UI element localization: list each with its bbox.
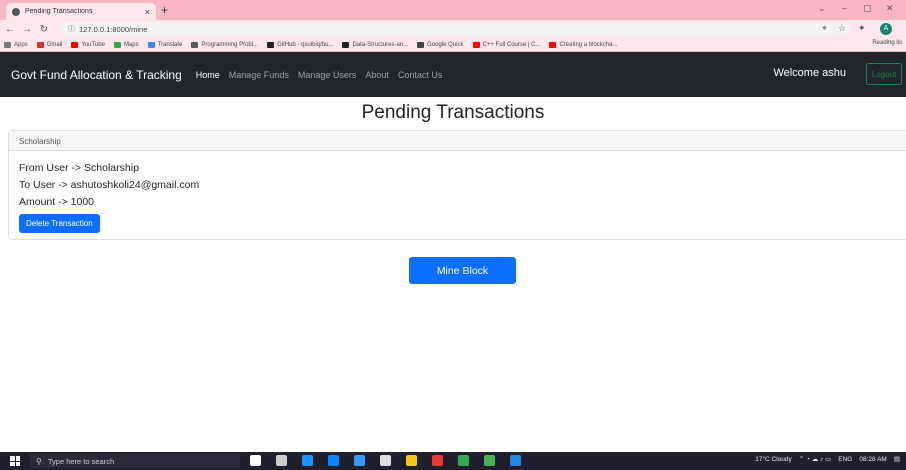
clock-text[interactable]: 08:28 AM — [859, 456, 886, 463]
profile-avatar[interactable]: A — [880, 23, 892, 35]
tab-close-icon[interactable]: × — [145, 7, 150, 17]
amount-text: Amount -> 1000 — [19, 196, 95, 208]
taskbar-app-icon[interactable] — [328, 455, 339, 466]
bookmark-label: C++ Full Course | C... — [482, 41, 541, 48]
windows-start-icon[interactable] — [10, 456, 20, 466]
taskbar-search-input[interactable]: ⚲ Type here to search — [30, 454, 240, 468]
bookmark-item[interactable]: Creating a blockcha... — [549, 41, 618, 48]
nav-link-about[interactable]: About — [365, 70, 389, 80]
tab-title: Pending Transactions — [25, 8, 93, 15]
app-navbar: Govt Fund Allocation & Tracking Home Man… — [0, 52, 906, 97]
navbar-brand[interactable]: Govt Fund Allocation & Tracking — [11, 68, 182, 82]
windows-taskbar: ⚲ Type here to search 17°C Cloudy ⌃ ◔ ☁ … — [0, 452, 906, 470]
taskbar-app-icon[interactable] — [484, 455, 495, 466]
tab-favicon-icon — [12, 7, 20, 16]
extensions-icon[interactable]: ✦ — [858, 23, 866, 34]
bookmark-favicon-icon — [113, 41, 121, 48]
bookmark-item[interactable]: Apps — [4, 41, 28, 48]
bookmark-item[interactable]: Gmail — [36, 41, 63, 48]
language-indicator[interactable]: ENG — [838, 456, 852, 463]
tab-search-icon[interactable]: ⌄ — [818, 3, 826, 14]
bookmark-star-icon[interactable]: ☆ — [838, 23, 846, 34]
bookmark-label: Apps — [14, 41, 28, 48]
bookmark-label: Google Quick — [427, 41, 464, 48]
bookmark-item[interactable]: YouTube — [71, 41, 105, 48]
bookmark-item[interactable]: Maps — [113, 41, 139, 48]
delete-transaction-button[interactable]: Delete Transaction — [19, 214, 100, 233]
taskbar-pinned-apps — [250, 455, 536, 466]
bookmarks-bar: Apps Gmail YouTube Maps Translate Programming… — [0, 38, 906, 52]
bookmark-label: Maps — [123, 41, 139, 48]
url-text: 127.0.0.1:8000/mine — [79, 24, 148, 34]
reading-list-button[interactable]: Reading lis — [872, 40, 902, 46]
bookmark-item[interactable]: GitHub - qsulbiq/bu... — [267, 41, 334, 48]
url-input[interactable]: ⓘ 127.0.0.1:8000/mine — [60, 22, 850, 36]
nav-link-manage-users[interactable]: Manage Users — [298, 70, 357, 80]
bookmark-item[interactable]: Translate — [147, 41, 183, 48]
bookmark-label: GitHub - qsulbiq/bu... — [277, 41, 334, 48]
bookmark-favicon-icon — [191, 41, 199, 48]
bookmark-label: Creating a blockcha... — [559, 41, 618, 48]
weather-text[interactable]: 17°C Cloudy — [755, 456, 792, 463]
mine-block-button[interactable]: Mine Block — [409, 257, 516, 284]
bookmark-favicon-icon — [36, 41, 44, 48]
taskbar-app-icon[interactable] — [276, 455, 287, 466]
bookmark-item[interactable]: Programming Probl... — [191, 41, 259, 48]
taskbar-app-icon[interactable] — [302, 455, 313, 466]
taskbar-app-icon[interactable] — [250, 455, 261, 466]
nav-link-manage-funds[interactable]: Manage Funds — [229, 70, 289, 80]
share-icon[interactable]: ⌖ — [822, 23, 827, 34]
bookmark-label: Programming Probl... — [201, 41, 259, 48]
taskbar-app-icon[interactable] — [458, 455, 469, 466]
taskbar-app-icon[interactable] — [510, 455, 521, 466]
logout-button[interactable]: Logout — [866, 63, 902, 85]
taskbar-search-placeholder: Type here to search — [47, 456, 115, 466]
back-icon[interactable]: ← — [3, 24, 17, 35]
to-user-text: To User -> ashutoshkoli24@gmail.com — [19, 179, 200, 191]
browser-tab-strip: Pending Transactions × + ⌄ – ▢ ✕ — [0, 0, 906, 20]
taskbar-app-icon[interactable] — [354, 455, 365, 466]
from-user-text: From User -> Scholarship — [19, 162, 139, 174]
browser-tab[interactable]: Pending Transactions × — [6, 3, 156, 20]
taskbar-app-icon[interactable] — [406, 455, 417, 466]
window-close-button[interactable]: ✕ — [886, 3, 894, 14]
bookmark-label: Gmail — [46, 41, 63, 48]
bookmark-favicon-icon — [147, 41, 155, 48]
system-tray: 17°C Cloudy ⌃ ◔ ☁ ♪ ▭ ENG 08:28 AM ▤ — [748, 455, 900, 464]
taskbar-app-icon[interactable] — [432, 455, 443, 466]
reload-icon[interactable]: ↻ — [37, 24, 51, 35]
bookmark-favicon-icon — [71, 41, 79, 48]
bookmark-label: YouTube — [81, 41, 105, 48]
page-title: Pending Transactions — [361, 102, 545, 123]
notification-icon[interactable]: ▤ — [894, 455, 900, 463]
bookmark-label: Data-Structures-an... — [352, 41, 409, 48]
bookmark-favicon-icon — [4, 41, 11, 48]
address-bar-row: ← → ↻ ⓘ 127.0.0.1:8000/mine ⌖ ☆ ✦ — [0, 20, 906, 38]
transaction-card: Scholarship From User -> Scholarship To … — [8, 130, 906, 240]
bookmark-favicon-icon — [342, 41, 350, 48]
bookmark-favicon-icon — [417, 41, 425, 48]
bookmark-favicon-icon — [267, 41, 275, 48]
new-tab-button[interactable]: + — [161, 3, 168, 17]
site-info-icon[interactable]: ⓘ — [68, 24, 75, 34]
bookmark-item[interactable]: C++ Full Course | C... — [472, 41, 541, 48]
taskbar-app-icon[interactable] — [380, 455, 391, 466]
bookmark-favicon-icon — [549, 41, 557, 48]
bookmark-item[interactable]: Data-Structures-an... — [342, 41, 409, 48]
bookmark-item[interactable]: Google Quick — [417, 41, 464, 48]
nav-link-home[interactable]: Home — [196, 70, 220, 80]
maximize-button[interactable]: ▢ — [863, 3, 872, 14]
forward-icon[interactable]: → — [20, 24, 34, 35]
card-body: From User -> Scholarship To User -> ashu… — [9, 151, 906, 242]
nav-link-contact-us[interactable]: Contact Us — [398, 70, 443, 80]
minimize-button[interactable]: – — [842, 3, 847, 13]
search-icon: ⚲ — [36, 456, 42, 466]
welcome-text: Welcome ashu — [773, 67, 846, 79]
bookmark-favicon-icon — [472, 41, 480, 48]
card-header: Scholarship — [9, 131, 906, 151]
bookmark-label: Translate — [157, 41, 183, 48]
tray-icons[interactable]: ⌃ ◔ ☁ ♪ ▭ — [799, 455, 832, 463]
